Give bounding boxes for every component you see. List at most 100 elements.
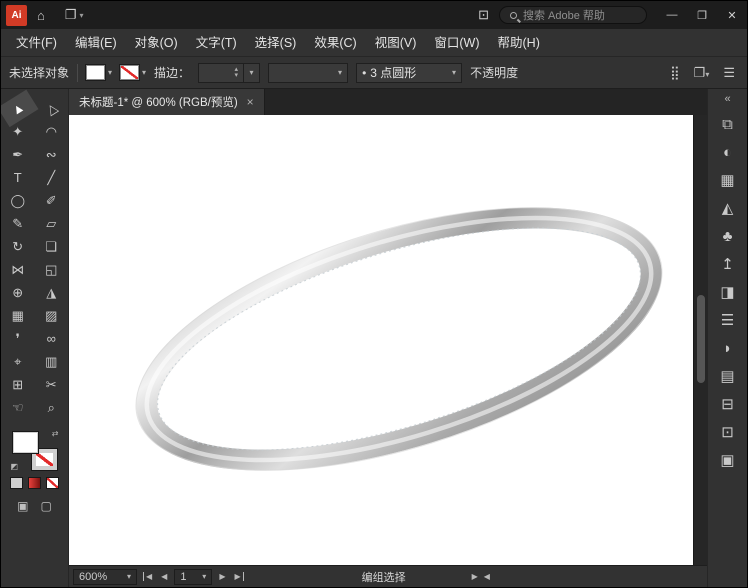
chevron-down-icon: ▾ bbox=[108, 68, 112, 77]
brush-bullet-icon: • bbox=[362, 66, 366, 80]
pen-tool[interactable]: ✒ bbox=[1, 143, 35, 166]
artboard-navigation: ◀ ◀ 1 ▾ ▶ ▶ bbox=[143, 569, 244, 585]
panel-dropdown-icon[interactable]: ❐▾ bbox=[694, 65, 710, 81]
stroke-panel-icon[interactable]: ☰ bbox=[721, 313, 734, 328]
fill-swatch bbox=[86, 65, 105, 80]
menu-item-file[interactable]: 文件(F) bbox=[7, 29, 66, 57]
fill-color-dropdown[interactable]: ▾ bbox=[86, 65, 112, 80]
dots-grid-icon[interactable]: ⣿ bbox=[670, 65, 680, 81]
document-tab[interactable]: 未标题-1* @ 600% (RGB/预览) × bbox=[69, 89, 265, 115]
menu-item-help[interactable]: 帮助(H) bbox=[489, 29, 549, 57]
workspace-icon: ❐ bbox=[65, 7, 77, 23]
libraries-panel-icon[interactable]: ▣ bbox=[720, 453, 734, 468]
ring-artwork[interactable] bbox=[69, 115, 693, 565]
paintbrush-tool[interactable]: ✐ bbox=[35, 189, 69, 212]
help-search-input[interactable]: 搜索 Adobe 帮助 bbox=[499, 6, 647, 24]
next-artboard-button[interactable]: ▶ bbox=[217, 572, 227, 581]
menu-item-edit[interactable]: 编辑(E) bbox=[66, 29, 126, 57]
document-area: 未标题-1* @ 600% (RGB/预览) × bbox=[69, 89, 707, 587]
layers-panel-icon[interactable]: ⊟ bbox=[721, 397, 734, 412]
stroke-weight-dropdown[interactable]: ▾ bbox=[244, 63, 260, 83]
pencil-tool[interactable]: ✎ bbox=[1, 212, 35, 235]
free-transform-tool[interactable]: ◱ bbox=[35, 258, 69, 281]
fill-stroke-widget[interactable]: ⇄ ◩ bbox=[12, 429, 58, 471]
color-panel-icon[interactable]: ◐ bbox=[723, 145, 732, 160]
vertical-scrollbar-thumb[interactable] bbox=[697, 295, 705, 383]
maximize-button[interactable]: ❐ bbox=[687, 1, 717, 29]
drawing-mode-icon[interactable]: ▣ bbox=[17, 499, 28, 513]
stroke-color-dropdown[interactable]: ▾ bbox=[120, 65, 146, 80]
none-button[interactable] bbox=[46, 477, 59, 489]
screen-mode-icon[interactable]: ▢ bbox=[41, 499, 52, 513]
lasso-tool[interactable]: ◠ bbox=[35, 120, 69, 143]
titlebar: Ai ⌂ ❐ ▾ ⊡ 搜索 Adobe 帮助 — ❐ ✕ bbox=[1, 1, 747, 29]
minimize-button[interactable]: — bbox=[657, 1, 687, 29]
symbol-sprayer-tool[interactable]: ⌖ bbox=[1, 350, 35, 373]
eyedropper-tool[interactable]: ❜ bbox=[1, 327, 35, 350]
stroke-weight-stepper[interactable]: ▴▾ bbox=[198, 63, 244, 83]
last-artboard-button[interactable]: ▶ bbox=[232, 572, 243, 581]
scroll-left-icon[interactable]: ◀ bbox=[484, 572, 490, 581]
default-fill-stroke-icon[interactable]: ◩ bbox=[11, 462, 19, 471]
gradient-tool[interactable]: ▨ bbox=[35, 304, 69, 327]
line-tool[interactable]: ╱ bbox=[35, 166, 69, 189]
blend-tool[interactable]: ∞ bbox=[35, 327, 69, 350]
swatches-panel-icon[interactable]: ▦ bbox=[720, 173, 734, 188]
zoom-level-dropdown[interactable]: 600% ▾ bbox=[73, 569, 137, 585]
vertical-scrollbar[interactable] bbox=[693, 115, 707, 565]
artboard-tool[interactable]: ⊞ bbox=[1, 373, 35, 396]
brush-definition-dropdown[interactable]: • 3 点圆形 ▾ bbox=[356, 63, 462, 83]
width-profile-dropdown[interactable]: ▾ bbox=[268, 63, 348, 83]
first-artboard-button[interactable]: ◀ bbox=[143, 572, 154, 581]
ellipse-tool[interactable]: ◯ bbox=[1, 189, 35, 212]
menu-item-effect[interactable]: 效果(C) bbox=[305, 29, 365, 57]
color-button[interactable] bbox=[10, 477, 23, 489]
symbols-panel-icon[interactable]: ♣ bbox=[723, 229, 733, 244]
hamburger-menu-icon[interactable]: ☰ bbox=[723, 65, 735, 81]
perspective-grid-tool[interactable]: ◮ bbox=[35, 281, 69, 304]
gradient-button[interactable] bbox=[28, 477, 41, 489]
gradient-panel-icon[interactable]: ◨ bbox=[720, 285, 734, 300]
transparency-panel-icon[interactable]: ◗ bbox=[723, 341, 732, 356]
arrange-documents-icon[interactable]: ⊡ bbox=[468, 1, 499, 29]
shape-builder-tool[interactable]: ⊕ bbox=[1, 281, 35, 304]
home-icon[interactable]: ⌂ bbox=[27, 1, 55, 29]
menu-item-window[interactable]: 窗口(W) bbox=[425, 29, 488, 57]
rotate-tool[interactable]: ↻ bbox=[1, 235, 35, 258]
selection-status-label: 未选择对象 bbox=[9, 64, 69, 81]
menu-item-select[interactable]: 选择(S) bbox=[246, 29, 306, 57]
eraser-tool[interactable]: ▱ bbox=[35, 212, 69, 235]
scroll-right-icon[interactable]: ▶ bbox=[472, 572, 478, 581]
workspace-switcher-button[interactable]: ❐ ▾ bbox=[55, 1, 94, 29]
hand-tool[interactable]: ☜ bbox=[1, 396, 35, 419]
tab-close-icon[interactable]: × bbox=[247, 95, 254, 109]
menu-item-object[interactable]: 对象(O) bbox=[126, 29, 187, 57]
slice-tool[interactable]: ✂ bbox=[35, 373, 69, 396]
canvas-row bbox=[69, 115, 707, 565]
curvature-tool[interactable]: ∾ bbox=[35, 143, 69, 166]
fill-indicator[interactable] bbox=[13, 432, 38, 453]
swap-fill-stroke-icon[interactable]: ⇄ bbox=[52, 429, 59, 438]
stepper-arrows-icon[interactable]: ▴▾ bbox=[235, 67, 239, 79]
canvas[interactable] bbox=[69, 115, 693, 565]
scale-tool[interactable]: ❏ bbox=[35, 235, 69, 258]
menu-item-type[interactable]: 文字(T) bbox=[187, 29, 246, 57]
previous-artboard-button[interactable]: ◀ bbox=[159, 572, 169, 581]
zoom-tool[interactable]: ⌕ bbox=[35, 396, 69, 419]
color-guide-panel-icon[interactable]: ◭ bbox=[722, 201, 734, 216]
chevron-down-icon: ▾ bbox=[142, 68, 146, 77]
close-button[interactable]: ✕ bbox=[717, 1, 747, 29]
width-tool[interactable]: ⋈ bbox=[1, 258, 35, 281]
magic-wand-tool[interactable]: ✦ bbox=[1, 120, 35, 143]
properties-panel-icon[interactable]: ⧉ bbox=[722, 117, 733, 132]
mesh-tool[interactable]: ▦ bbox=[1, 304, 35, 327]
artboards-panel-icon[interactable]: ⊡ bbox=[721, 425, 734, 440]
expand-panels-icon[interactable]: « bbox=[724, 93, 730, 111]
export-panel-icon[interactable]: ↥ bbox=[721, 257, 734, 272]
type-tool[interactable]: T bbox=[1, 166, 35, 189]
artboard-number-dropdown[interactable]: 1 ▾ bbox=[174, 569, 212, 585]
appearance-panel-icon[interactable]: ▤ bbox=[720, 369, 734, 384]
graph-tool[interactable]: ▥ bbox=[35, 350, 69, 373]
opacity-link[interactable]: 不透明度 bbox=[470, 64, 518, 81]
menu-item-view[interactable]: 视图(V) bbox=[366, 29, 426, 57]
